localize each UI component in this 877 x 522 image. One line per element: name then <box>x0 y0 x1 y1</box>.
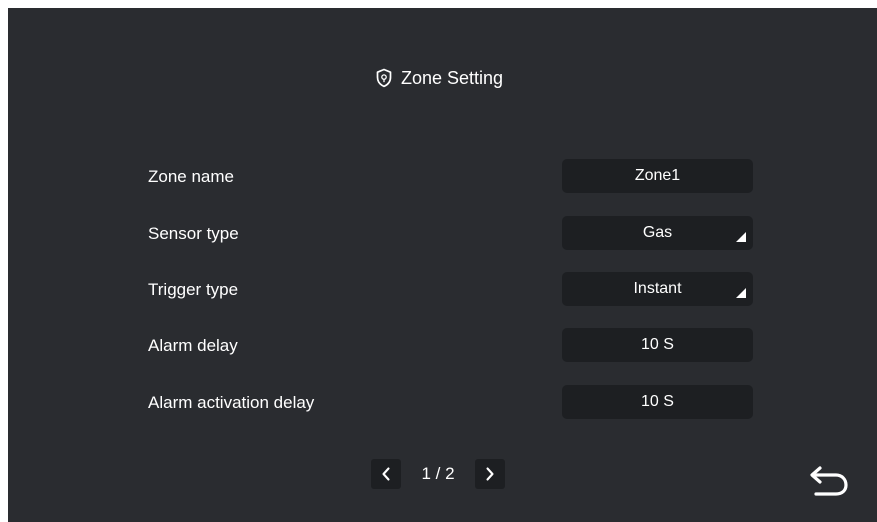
alarm-delay-value: 10 S <box>641 336 674 353</box>
setting-row-alarm-delay: Alarm delay 10 S <box>8 328 877 362</box>
page-title-text: Zone Setting <box>401 68 504 88</box>
setting-row-alarm-activation-delay: Alarm activation delay 10 S <box>8 385 877 419</box>
shield-lock-icon <box>375 68 393 88</box>
alarm-activation-delay-field[interactable]: 10 S <box>562 385 753 419</box>
setting-row-zone-name: Zone name Zone1 <box>8 159 877 193</box>
page-indicator: 1 / 2 <box>421 464 455 483</box>
alarm-delay-label: Alarm delay <box>148 336 238 355</box>
sensor-type-label: Sensor type <box>148 224 239 243</box>
trigger-type-value: Instant <box>633 280 682 297</box>
pagination: 1 / 2 <box>371 459 505 489</box>
zone-name-value: Zone1 <box>634 167 681 184</box>
zone-name-label: Zone name <box>148 167 234 186</box>
setting-row-trigger-type: Trigger type Instant <box>8 272 877 306</box>
trigger-type-label: Trigger type <box>148 280 239 299</box>
previous-page-button[interactable] <box>371 459 401 489</box>
sensor-type-dropdown[interactable]: Gas <box>562 216 753 250</box>
next-page-button[interactable] <box>475 459 505 489</box>
zone-setting-screen: Zone Setting Zone name Zone1 Sensor type… <box>8 8 877 522</box>
chevron-left-icon <box>380 466 392 482</box>
dropdown-triangle-icon <box>736 288 746 298</box>
setting-row-sensor-type: Sensor type Gas <box>8 216 877 250</box>
dropdown-triangle-icon <box>736 232 746 242</box>
back-arrow-icon <box>808 462 850 496</box>
alarm-activation-delay-label: Alarm activation delay <box>148 393 315 412</box>
zone-name-field[interactable]: Zone1 <box>562 159 753 193</box>
sensor-type-value: Gas <box>642 224 673 241</box>
chevron-right-icon <box>484 466 496 482</box>
alarm-activation-delay-value: 10 S <box>641 393 674 410</box>
trigger-type-dropdown[interactable]: Instant <box>562 272 753 306</box>
page-title: Zone Setting <box>375 64 503 92</box>
back-button[interactable] <box>806 460 852 498</box>
alarm-delay-field[interactable]: 10 S <box>562 328 753 362</box>
